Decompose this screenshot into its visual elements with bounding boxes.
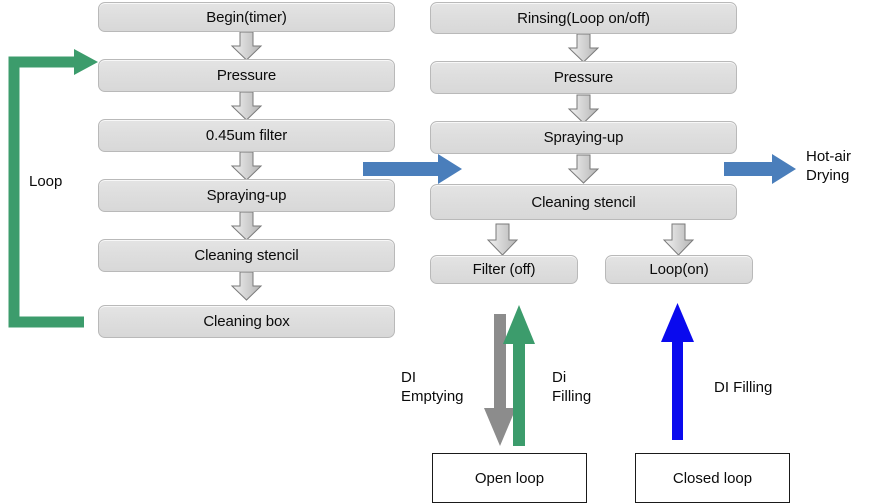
process-box-cleaning-stencil-right[interactable]: Cleaning stencil (430, 184, 737, 220)
process-box-045um-filter[interactable]: 0.45um filter (98, 119, 395, 152)
process-box-filter-off[interactable]: Filter (off) (430, 255, 578, 284)
process-box-cleaning-stencil-left[interactable]: Cleaning stencil (98, 239, 395, 272)
label-di-filling-left: Di Filling (552, 369, 592, 405)
process-box-spraying-up-right[interactable]: Spraying-up (430, 121, 737, 154)
up-arrow-icon (503, 305, 535, 446)
down-arrow-icon (230, 151, 263, 181)
label-hot-air-drying: Hot-air Drying (806, 148, 852, 184)
down-arrow-icon (230, 271, 263, 301)
down-arrow-icon (662, 223, 695, 256)
right-arrow-icon (724, 154, 796, 184)
state-box-closed-loop[interactable]: Closed loop (635, 453, 790, 503)
down-arrow-icon (484, 314, 516, 446)
process-box-cleaning-box[interactable]: Cleaning box (98, 305, 395, 338)
process-box-loop-on[interactable]: Loop(on) (605, 255, 753, 284)
label-loop: Loop (29, 173, 63, 190)
state-box-open-loop[interactable]: Open loop (432, 453, 587, 503)
down-arrow-icon (567, 33, 600, 63)
process-box-rinsing-loop-on-off[interactable]: Rinsing(Loop on/off) (430, 2, 737, 34)
label-di-emptying: DI Emptying (401, 369, 464, 405)
down-arrow-icon (567, 94, 600, 124)
flowchart-canvas: Begin(timer) Pressure 0.45um filter Spra… (0, 0, 874, 504)
down-arrow-icon (230, 91, 263, 121)
process-box-begin-timer[interactable]: Begin(timer) (98, 2, 395, 32)
up-arrow-icon (661, 303, 694, 440)
down-arrow-icon (567, 154, 600, 184)
label-di-filling-right: DI Filling (714, 379, 773, 396)
process-box-pressure-right[interactable]: Pressure (430, 61, 737, 94)
down-arrow-icon (230, 31, 263, 61)
down-arrow-icon (486, 223, 519, 256)
process-box-spraying-up-left[interactable]: Spraying-up (98, 179, 395, 212)
down-arrow-icon (230, 211, 263, 241)
process-box-pressure-left[interactable]: Pressure (98, 59, 395, 92)
